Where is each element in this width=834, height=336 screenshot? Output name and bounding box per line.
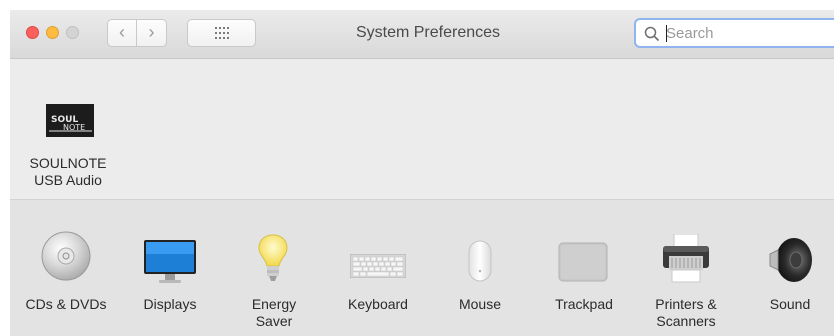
other-preferences-section: SOUL NOTE SOULNOTE USB Audio [10,59,834,200]
text-caret [666,25,667,42]
trackpad-icon [558,242,608,282]
chevron-left-icon: ‹ [119,22,125,42]
title-bar: ‹ › System Preferences [10,10,834,59]
pref-sound[interactable]: Sound [738,224,834,324]
minimize-window-button[interactable] [46,26,59,39]
pref-soulnote-usb-audio[interactable]: SOUL NOTE SOULNOTE USB Audio [16,97,120,188]
pref-label: Trackpad [555,296,613,312]
cd-dvd-icon [41,231,91,281]
chevron-right-icon: › [148,22,155,42]
window-title: System Preferences [355,24,501,41]
lightbulb-icon [258,234,288,281]
pref-displays[interactable]: Displays [118,224,222,324]
soulnote-icon: SOUL NOTE [46,104,94,137]
search-input[interactable] [666,23,834,43]
pref-cds-dvds[interactable]: CDs & DVDs [14,224,118,324]
search-field[interactable] [634,18,834,48]
back-button[interactable]: ‹ [107,19,137,47]
show-all-button[interactable] [187,19,256,47]
pref-label: Keyboard [348,296,408,312]
zoom-window-button[interactable] [66,26,79,39]
close-window-button[interactable] [26,26,39,39]
mouse-icon [468,240,492,282]
system-preferences-window: ‹ › System Preferences Search SOUL NOTE … [10,10,834,336]
keyboard-icon [350,254,406,278]
pref-label: Energy Saver [251,296,297,329]
printer-icon [663,234,709,283]
pref-label: Sound [769,296,811,312]
pref-printers-scanners[interactable]: Printers & Scanners [634,224,738,334]
grid-icon [215,27,229,39]
pref-label: Printers & Scanners [655,296,717,329]
speaker-icon [769,238,812,282]
pref-trackpad[interactable]: Trackpad [532,224,636,324]
pref-label: Displays [143,296,197,312]
pref-energy-saver[interactable]: Energy Saver [222,224,326,334]
display-icon [144,240,196,283]
pref-mouse[interactable]: Mouse [428,224,532,324]
pref-label: SOULNOTE USB Audio [29,155,107,188]
pref-label: CDs & DVDs [25,296,107,312]
hardware-section: CDs & DVDs Displays Energy Saver Keyboar… [10,200,834,336]
pref-label: Mouse [458,296,502,312]
forward-button[interactable]: › [137,19,167,47]
pref-keyboard[interactable]: Keyboard [326,224,430,324]
search-icon [644,26,660,42]
